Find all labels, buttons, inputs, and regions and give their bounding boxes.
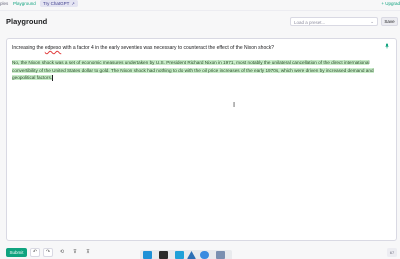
token-count: 67: [387, 248, 397, 257]
prompt-text: Increasing the edpeso with a factor 4 in…: [12, 45, 372, 52]
thumbs-up-icon[interactable]: ⊼: [83, 248, 93, 257]
taskbar-app-icon-3[interactable]: [175, 251, 184, 259]
try-chatgpt-link[interactable]: Try ChatGPT ↗: [40, 0, 78, 7]
submit-button[interactable]: Submit: [6, 248, 27, 257]
external-link-icon: ↗: [71, 1, 75, 6]
undo-icon[interactable]: ↶: [30, 248, 40, 257]
chevron-down-icon: ⌄: [370, 19, 374, 24]
taskbar-app-icon-4[interactable]: [187, 251, 196, 259]
history-icon[interactable]: ⟲: [57, 248, 67, 257]
redo-icon[interactable]: ↷: [43, 248, 53, 257]
upgrade-link[interactable]: + Upgrad: [381, 1, 400, 6]
taskbar: [140, 250, 232, 259]
text-caret: [52, 74, 53, 81]
taskbar-app-icon-1[interactable]: [143, 251, 152, 259]
taskbar-terminal-icon[interactable]: [159, 251, 168, 259]
try-chatgpt-label: Try ChatGPT: [43, 1, 70, 6]
save-button[interactable]: Save: [381, 17, 398, 26]
nav-divider: [0, 10, 400, 11]
taskbar-folder-icon[interactable]: [216, 251, 225, 259]
nav-item-examples[interactable]: ples: [0, 1, 8, 6]
nav-item-playground[interactable]: Playground: [13, 1, 36, 6]
thumbs-down-icon[interactable]: ⊽: [70, 248, 80, 257]
top-nav: ples Playground Try ChatGPT ↗ + Upgrad: [0, 0, 400, 9]
completion-highlight: No, the Nixon shock was a set of economi…: [12, 60, 374, 81]
taskbar-app-icon-5[interactable]: [200, 251, 209, 259]
text-cursor-icon: I: [233, 101, 236, 109]
preset-placeholder: Load a preset...: [294, 19, 326, 25]
page-title: Playground: [6, 17, 48, 26]
completion-text: No, the Nixon shock was a set of economi…: [12, 59, 388, 82]
misspelled-word: edpeso: [44, 45, 62, 51]
prompt-text-start: Increasing the: [12, 45, 45, 51]
microphone-icon[interactable]: [384, 43, 390, 49]
preset-select[interactable]: Load a preset... ⌄: [290, 17, 378, 26]
prompt-text-end: with a factor 4 in the early seventies w…: [61, 45, 275, 51]
prompt-editor[interactable]: Increasing the edpeso with a factor 4 in…: [6, 38, 397, 241]
